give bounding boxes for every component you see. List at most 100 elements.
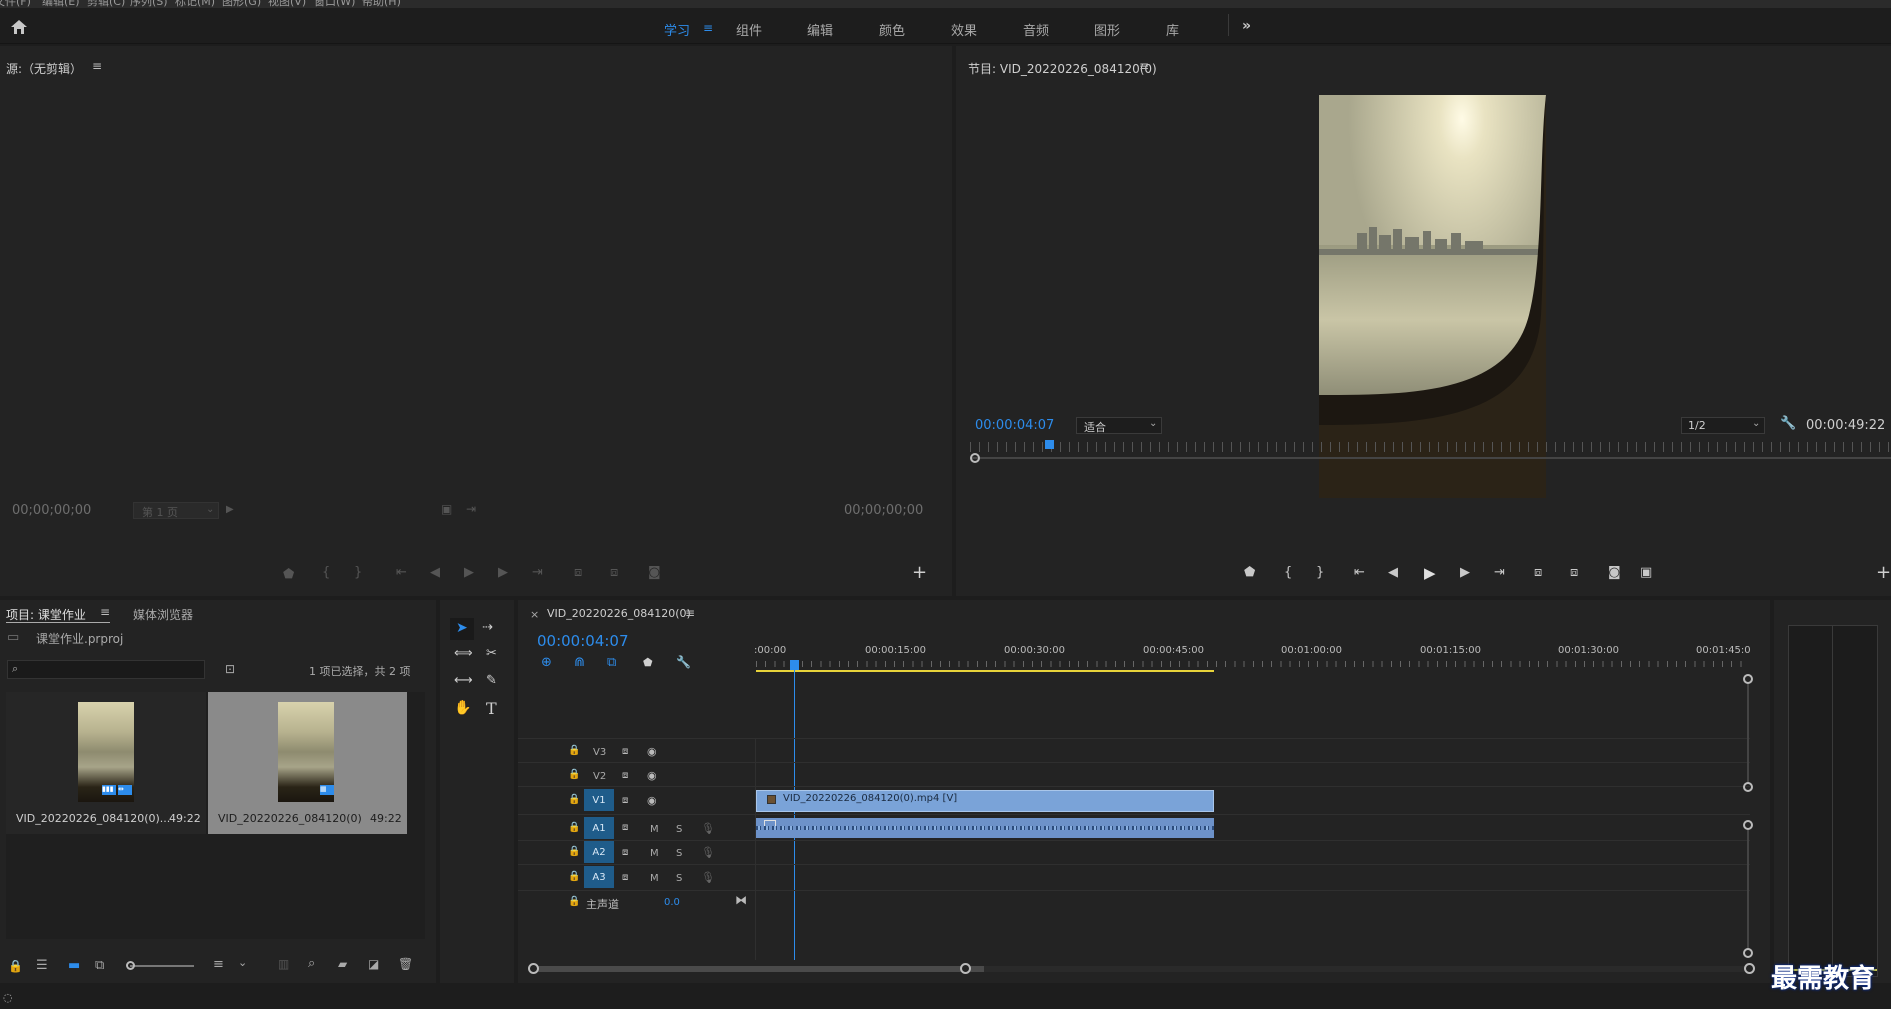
goto-out-icon[interactable]: ⇥ [1494,565,1505,580]
sync-lock-icon[interactable]: ⧈ [622,847,628,858]
razor-icon[interactable]: ✂ [486,646,497,661]
project-item[interactable]: ▮▮▮ ⇹ VID_20220226_084120(0)... 49:22 [6,692,206,834]
solo-button[interactable]: S [676,824,682,835]
source-panel-menu-icon[interactable]: ≡ [92,59,102,73]
program-zoom-bar[interactable] [970,457,1891,459]
automate-icon[interactable]: ▥ [278,957,289,971]
menu-window[interactable]: 窗口(W) [314,0,355,8]
program-timecode[interactable]: 00:00:04:07 [975,418,1054,433]
source-add-button[interactable]: + [912,562,927,583]
program-fit-dropdown[interactable]: 适合 ⌄ [1076,417,1162,434]
menu-help[interactable]: 帮助(H) [362,0,401,8]
h-scroll-handle-left[interactable] [528,963,539,974]
icon-view-icon[interactable]: ▬ [68,958,80,973]
ws-learn[interactable]: 学习 [664,20,690,39]
close-icon[interactable]: × [530,608,539,621]
sync-lock-icon[interactable]: ⧈ [622,822,628,833]
ws-color[interactable]: 颜色 [879,20,905,39]
mic-icon[interactable]: 🎙 [701,822,715,835]
track-target-a2[interactable]: A2 [584,841,614,863]
master-volume-value[interactable]: 0.0 [664,897,680,908]
new-bin-icon[interactable]: ▰ [338,957,347,971]
step-forward-icon[interactable]: ▶ [498,565,508,580]
video-clip[interactable]: VID_20220226_084120(0).mp4 [V] [756,790,1214,812]
menu-clip[interactable]: 剪辑(C) [87,0,125,8]
step-forward-icon[interactable]: ▶ [1460,565,1470,580]
a-scroll-handle-top[interactable] [1743,820,1753,830]
solo-button[interactable]: S [676,873,682,884]
menu-file[interactable]: 文件(F) [0,0,31,8]
freeform-view-icon[interactable]: ⧉ [95,958,104,973]
v-scroll-handle-bottom[interactable] [1743,782,1753,792]
video-v-scrollbar[interactable] [1747,684,1749,784]
source-page-dropdown[interactable]: 第 1 页 ⌄ [133,502,219,519]
project-search-input[interactable]: ⌕ [7,660,205,679]
menu-marker[interactable]: 标记(M) [175,0,215,8]
insert-icon[interactable]: ⧈ [574,565,582,580]
ws-audio[interactable]: 音频 [1023,20,1049,39]
audio-clip[interactable] [756,818,1214,838]
h-scroll-handle-right[interactable] [960,963,971,974]
compare-icon[interactable]: ▣ [1640,565,1652,580]
snap-magnet-icon[interactable]: ⋒ [574,655,585,670]
ws-editing[interactable]: 编辑 [807,20,833,39]
lock-icon[interactable]: 🔒 [568,871,580,882]
a-scroll-handle-bottom[interactable] [1743,948,1753,958]
nest-icon[interactable]: ⊕ [541,655,552,670]
source-settings-icon[interactable]: ▣ [441,502,452,516]
menu-sequence[interactable]: 序列(S) [130,0,168,8]
lock-icon[interactable]: 🔒 [568,822,580,833]
chevron-down-icon[interactable]: ⌄ [238,956,247,969]
hand-icon[interactable]: ✋ [454,700,471,716]
goto-in-icon[interactable]: ⇤ [396,565,407,580]
ws-overflow-icon[interactable]: » [1242,18,1251,34]
mute-button[interactable]: M [650,848,659,859]
menu-view[interactable]: 视图(V) [268,0,306,8]
sync-lock-icon[interactable]: ⧈ [622,872,628,883]
zoom-handle-left[interactable] [970,453,980,463]
track-target-a1[interactable]: A1 [584,817,614,839]
goto-in-icon[interactable]: ⇤ [1354,565,1365,580]
source-insert-icon[interactable]: ⇥ [466,502,476,516]
h-scroll-end-handle[interactable] [1744,963,1755,974]
lift-icon[interactable]: ⧈ [1534,565,1542,580]
slip-icon[interactable]: ⟷ [454,673,473,688]
trash-icon[interactable]: 🗑 [398,957,413,971]
sync-lock-icon[interactable]: ⧈ [622,746,628,757]
track-target-v1[interactable]: V1 [584,789,614,811]
project-item-selected[interactable]: ▦ VID_20220226_084120(0) 49:22 [208,692,407,834]
export-frame-icon[interactable]: ◙ [648,565,661,580]
menu-edit[interactable]: 编辑(E) [42,0,80,8]
track-target-a3[interactable]: A3 [584,866,614,888]
solo-button[interactable]: S [676,848,682,859]
search-icon[interactable]: ⌕ [308,956,315,971]
mark-out-icon[interactable]: } [1316,565,1324,580]
play-icon[interactable]: ▶ [464,565,474,580]
list-view-icon[interactable]: ☰ [36,958,48,973]
home-icon[interactable] [8,16,30,38]
program-playhead[interactable] [1045,440,1054,449]
timeline-timecode[interactable]: 00:00:04:07 [537,632,629,650]
overwrite-icon[interactable]: ⧈ [610,565,618,580]
mic-icon[interactable]: 🎙 [701,846,715,859]
linked-selection-icon[interactable]: ⧉ [607,655,616,670]
timeline-panel-menu-icon[interactable]: ≡ [685,606,695,620]
selection-tool[interactable]: ➤ [450,618,474,640]
tab-media-browser[interactable]: 媒体浏览器 [133,606,193,623]
extract-icon[interactable]: ⧈ [1570,565,1578,580]
sync-lock-icon[interactable]: ⧈ [622,770,628,781]
play-small-icon[interactable]: ▶ [226,504,234,515]
mute-button[interactable]: M [650,824,659,835]
timeline-ruler[interactable]: :00:00 00:00:15:00 00:00:30:00 00:00:45:… [754,645,1751,668]
lock-icon[interactable]: 🔒 [568,846,580,857]
new-item-icon[interactable]: ◪ [368,957,379,971]
eye-icon[interactable]: ◉ [647,769,657,782]
audio-v-scrollbar[interactable] [1747,830,1749,950]
sort-icon[interactable]: ≡ [213,957,224,972]
timeline-settings-icon[interactable]: 🔧 [676,655,691,669]
ws-assembly[interactable]: 组件 [736,20,762,39]
mute-button[interactable]: M [650,873,659,884]
lock-icon[interactable]: 🔒 [568,745,580,756]
ws-libraries[interactable]: 库 [1166,20,1179,39]
wrench-icon[interactable]: 🔧 [1780,416,1796,431]
